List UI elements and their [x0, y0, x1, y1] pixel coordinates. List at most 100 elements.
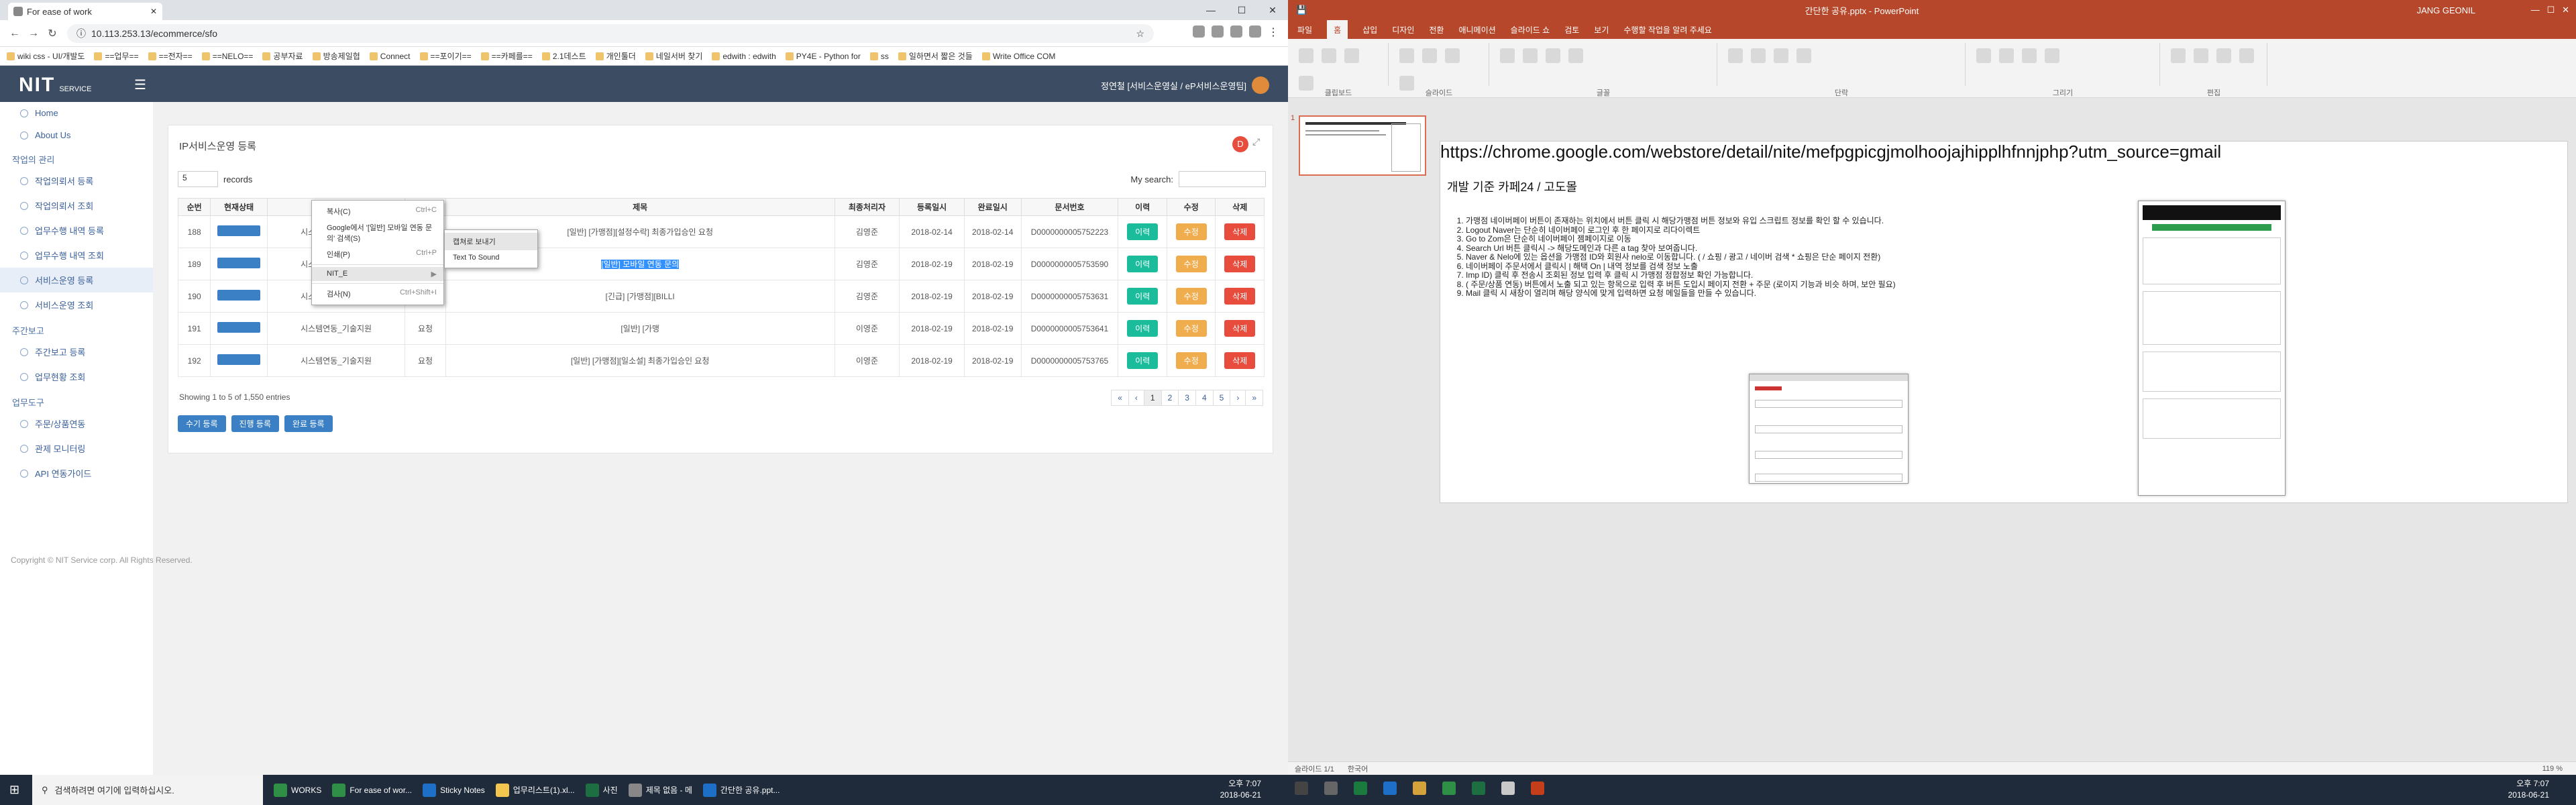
action-button[interactable]: 진행 등록	[231, 415, 279, 432]
length-select[interactable]: 5	[178, 171, 218, 187]
context-menu-item[interactable]: NIT_E ▶	[312, 267, 443, 281]
browser-tab[interactable]: For ease of work ✕	[8, 3, 162, 20]
column-header[interactable]: 완료일시	[963, 198, 1022, 216]
extension-icon[interactable]	[1212, 25, 1224, 38]
ribbon-tool-icon[interactable]	[1422, 48, 1437, 63]
ribbon-tool-icon[interactable]	[1751, 48, 1766, 63]
ribbon-tool-icon[interactable]	[1568, 48, 1583, 63]
ribbon-tool-icon[interactable]	[1399, 76, 1414, 91]
edit-button[interactable]: 수정	[1175, 288, 1207, 305]
excel-icon[interactable]	[1472, 782, 1485, 795]
save-icon[interactable]: 💾	[1296, 5, 1307, 15]
ribbon-tool-icon[interactable]	[2194, 48, 2208, 63]
ribbon-tool-icon[interactable]	[2045, 48, 2059, 63]
title-text[interactable]: [일반] [가맹점][일소설] 최종가입승인 요청	[571, 356, 710, 366]
star-icon[interactable]: ☆	[1136, 28, 1144, 40]
ribbon-tool-icon[interactable]	[1999, 48, 2014, 63]
column-header[interactable]: 제목	[445, 198, 835, 216]
bookmark-item[interactable]: Connect	[370, 52, 411, 61]
ribbon-tool-icon[interactable]	[1299, 48, 1313, 63]
edit-button[interactable]: 수정	[1175, 256, 1207, 272]
powerpoint-icon[interactable]	[1531, 782, 1544, 795]
ribbon-tool-icon[interactable]	[1774, 48, 1788, 63]
sidebar-item[interactable]: 업무수행 내역 등록	[0, 218, 153, 243]
history-button[interactable]: 이력	[1127, 288, 1159, 305]
bookmark-item[interactable]: wiki css - UI/개발도	[7, 50, 85, 62]
ribbon-tab[interactable]: 애니메이션	[1458, 24, 1495, 36]
avatar[interactable]	[1252, 76, 1269, 94]
delete-button[interactable]: 삭제	[1224, 256, 1256, 272]
column-header[interactable]: 이력	[1118, 198, 1167, 216]
ribbon-tool-icon[interactable]	[2022, 48, 2037, 63]
ribbon-tool-icon[interactable]	[1546, 48, 1560, 63]
bookmark-item[interactable]: ==NELO==	[202, 52, 254, 61]
ribbon-tab[interactable]: 전환	[1429, 24, 1444, 36]
ribbon-tool-icon[interactable]	[2171, 48, 2186, 63]
taskbar-search-input[interactable]: 검색하려면 여기에 입력하십시오.	[55, 784, 174, 796]
taskbar-item[interactable]: For ease of wor...	[327, 775, 417, 805]
submenu-item[interactable]: 캡쳐로 보내기	[445, 233, 537, 250]
page-link[interactable]: »	[1245, 390, 1263, 406]
language-indicator[interactable]: 한국어	[1348, 763, 1368, 774]
bookmark-item[interactable]: Write Office COM	[982, 52, 1056, 61]
taskbar-item[interactable]: 제목 없음 - 메	[623, 775, 698, 805]
bookmark-item[interactable]: 방송제일협	[313, 50, 360, 62]
action-button[interactable]: 완료 등록	[284, 415, 333, 432]
page-link[interactable]: 2	[1161, 390, 1179, 406]
zoom-level[interactable]: 119 %	[2542, 765, 2563, 773]
page-link[interactable]: 4	[1195, 390, 1214, 406]
hamburger-menu-icon[interactable]: ☰	[134, 76, 146, 93]
bookmark-item[interactable]: 네일서버 찾기	[645, 50, 703, 62]
expand-icon[interactable]: ⤢	[1252, 136, 1266, 152]
sidebar-item[interactable]: 작업의뢰서 조회	[0, 193, 153, 218]
cell-title[interactable]: [일반] [가맹점][일소설] 최종가입승인 요청	[445, 344, 835, 377]
ribbon-tab[interactable]: 보기	[1594, 24, 1609, 36]
ribbon-tool-icon[interactable]	[2216, 48, 2231, 63]
page-link[interactable]: ›	[1230, 390, 1246, 406]
sidebar-item[interactable]: 주간보고 등록	[0, 339, 153, 364]
sidebar-item[interactable]: 서비스운영 등록	[0, 268, 153, 292]
page-link[interactable]: 1	[1143, 390, 1162, 406]
edit-button[interactable]: 수정	[1175, 352, 1207, 369]
slide-canvas[interactable]: https://chrome.google.com/webstore/detai…	[1440, 141, 2568, 503]
photos-icon[interactable]	[1501, 782, 1515, 795]
page-link[interactable]: 5	[1212, 390, 1231, 406]
edit-button[interactable]: 수정	[1175, 223, 1207, 240]
submenu-item[interactable]: Text To Sound	[445, 250, 537, 265]
column-header[interactable]: 등록일시	[899, 198, 965, 216]
ribbon-tab[interactable]: 파일	[1297, 24, 1312, 36]
context-menu-item[interactable]: 인쇄(P) Ctrl+P	[312, 246, 443, 262]
chrome-icon[interactable]	[1442, 782, 1456, 795]
window-controls[interactable]: — ☐ ✕	[2531, 5, 2569, 15]
bookmark-item[interactable]: 2.1데스트	[542, 50, 586, 62]
cell-title[interactable]: [긴급] [가맹점][BILLI	[445, 280, 835, 313]
ribbon-tool-icon[interactable]	[1399, 48, 1414, 63]
ribbon-tab[interactable]: 홈	[1327, 19, 1348, 40]
column-header[interactable]: 문서번호	[1020, 198, 1119, 216]
reload-icon[interactable]: ↻	[43, 27, 62, 40]
context-menu-item[interactable]: 복사(C) Ctrl+C	[312, 203, 443, 219]
app-logo[interactable]: NIT SERVICE	[19, 74, 91, 97]
sidebar-item[interactable]: 서비스운영 조회	[0, 292, 153, 317]
edit-button[interactable]: 수정	[1175, 320, 1207, 337]
action-button[interactable]: 수기 등록	[178, 415, 226, 432]
sidebar-item[interactable]: API 연동가이드	[0, 461, 153, 486]
ribbon-tool-icon[interactable]	[1344, 48, 1359, 63]
extension-icon[interactable]	[1249, 25, 1261, 38]
ribbon-tab[interactable]: 슬라이드 쇼	[1511, 24, 1550, 36]
account-name[interactable]: JANG GEONIL	[2417, 5, 2475, 15]
forward-icon[interactable]: →	[24, 28, 43, 40]
ribbon-tab[interactable]: 디자인	[1392, 24, 1414, 36]
edge-icon[interactable]	[1383, 782, 1397, 795]
ribbon-tool-icon[interactable]	[1976, 48, 1991, 63]
app-icon[interactable]	[1354, 782, 1367, 795]
ribbon-tool-icon[interactable]	[1523, 48, 1538, 63]
panel-badge-icon[interactable]: D	[1232, 136, 1248, 152]
ribbon-tab[interactable]: 수행할 작업을 알려 주세요	[1623, 24, 1711, 36]
maximize-icon[interactable]: ☐	[1226, 0, 1257, 20]
column-header[interactable]: 현재상태	[210, 198, 268, 216]
extension-icon[interactable]	[1230, 25, 1242, 38]
windows-start-icon[interactable]	[1295, 782, 1308, 795]
info-icon[interactable]: ⓘ	[76, 27, 86, 40]
title-text[interactable]: [일반] [가맹	[621, 324, 659, 333]
